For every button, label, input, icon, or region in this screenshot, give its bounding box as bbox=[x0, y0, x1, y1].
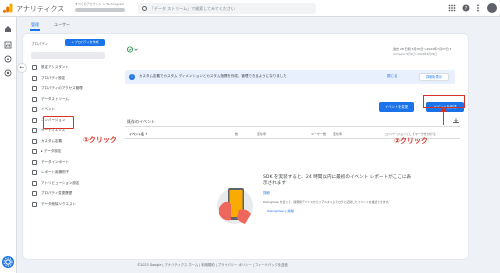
column-header-user-change[interactable]: 変化率 bbox=[333, 132, 342, 136]
sidebar-item-label: 設定アシスタント bbox=[41, 65, 69, 69]
sidebar-item-label: プロパティのアクセス管理 bbox=[41, 86, 83, 90]
sidebar-item-property-access[interactable]: プロパティのアクセス管理 bbox=[27, 83, 109, 94]
banner-text: カスタム定義でカスタム ディメンションとカスタム指標を作成、管理できるようになり… bbox=[139, 74, 287, 78]
learn-more-link[interactable]: 詳細 bbox=[263, 190, 270, 195]
search-placeholder: 「データ ストリーム」で検索してみてください bbox=[150, 6, 235, 11]
column-header-users[interactable]: ユーザー数 bbox=[311, 132, 326, 136]
banner-close-button[interactable]: 閉じる bbox=[387, 74, 398, 79]
sidebar-item-events[interactable]: イベント bbox=[27, 104, 109, 115]
column-header-change[interactable]: 変化率 bbox=[257, 132, 266, 136]
sidebar-item-label: データ削除リクエスト bbox=[41, 201, 76, 206]
modify-event-button[interactable]: イベントを変更 bbox=[379, 102, 414, 112]
property-column: プロパティ + プロパティを作成 ← 設定アシスタント プロパティ設定 プロパテ… bbox=[17, 38, 109, 256]
svg-text:?: ? bbox=[465, 6, 468, 12]
events-menu-highlight bbox=[43, 116, 74, 129]
sidebar-item-label: アトリビューション設定 bbox=[41, 180, 80, 185]
info-icon: i bbox=[129, 74, 135, 80]
sidebar-item-label: データインポート bbox=[41, 159, 69, 164]
more-vert-icon[interactable] bbox=[474, 4, 482, 12]
info-banner: i カスタム定義でカスタム ディメンションとカスタム指標を作成、管理できるように… bbox=[125, 70, 455, 84]
sidebar-item-data-import[interactable]: データインポート bbox=[27, 157, 109, 168]
sidebar-item-reporting-identity[interactable]: レポート用識別子 bbox=[27, 167, 109, 178]
sidebar-item-data-deletion[interactable]: データ削除リクエスト bbox=[27, 199, 109, 210]
avatar[interactable] bbox=[487, 3, 497, 13]
phone-illustration bbox=[217, 188, 253, 224]
analytics-logo-icon[interactable] bbox=[3, 3, 13, 13]
tab-users[interactable]: ユーザー bbox=[54, 22, 70, 28]
property-selector[interactable] bbox=[31, 52, 105, 59]
date-compare: Compare: 6月2日〜2023年6月29日 bbox=[393, 53, 437, 56]
existing-events-title: 既存のイベント bbox=[127, 119, 155, 124]
identity-icon bbox=[32, 170, 37, 175]
home-icon[interactable] bbox=[4, 25, 12, 33]
sidebar-item-label: カスタム定義 bbox=[41, 138, 62, 143]
property-label: プロパティ bbox=[31, 42, 49, 46]
footer: ©2023 Google | アナリティクス ホーム | 利用規約 | プライバ… bbox=[137, 263, 288, 267]
step1-annotation: ①クリック bbox=[83, 136, 117, 144]
empty-state-title: SDK を実装すると、24 時間以内に最初のイベント レポートがここに表示されま… bbox=[263, 175, 412, 187]
events-main: 過去 28 日間 6月30日〜2023年7月27日 ▾ Compare: 6月2… bbox=[115, 40, 465, 255]
sidebar-item-change-history[interactable]: プロパティ変更履歴 bbox=[27, 188, 109, 199]
attribution-icon bbox=[32, 180, 37, 186]
property-status-dropdown[interactable] bbox=[127, 46, 139, 53]
apps-grid-icon[interactable] bbox=[448, 4, 456, 12]
flag-icon bbox=[32, 117, 37, 123]
active-tab-indicator bbox=[30, 29, 40, 31]
reports-icon[interactable] bbox=[4, 41, 12, 49]
step2-annotation: ②クリック bbox=[394, 137, 428, 145]
people-icon bbox=[32, 86, 37, 91]
event-icon bbox=[32, 107, 37, 112]
property-name-blurred[interactable] bbox=[75, 8, 125, 12]
column-header-count[interactable]: 数 bbox=[235, 132, 238, 136]
back-arrow-icon[interactable]: ← bbox=[17, 63, 27, 73]
help-icon[interactable]: ? bbox=[462, 4, 470, 12]
checklist-icon bbox=[32, 65, 37, 70]
app-name: アナリティクス bbox=[16, 5, 65, 13]
empty-state-subtext: DebugView を使って、開発用デバイスからリアルタイムでログに記録したイベ… bbox=[263, 200, 391, 204]
admin-panel: プロパティ + プロパティを作成 ← 設定アシスタント プロパティ設定 プロパテ… bbox=[17, 34, 468, 259]
sidebar-item-label: プロパティ設定 bbox=[41, 75, 66, 80]
sidebar-item-data-streams[interactable]: データストリーム bbox=[27, 94, 109, 105]
import-icon bbox=[32, 159, 37, 165]
sidebar-item-property-settings[interactable]: プロパティ設定 bbox=[27, 73, 109, 84]
banner-detail-button[interactable]: 詳細を表示 bbox=[419, 73, 449, 81]
history-icon bbox=[32, 191, 37, 196]
search-icon bbox=[142, 6, 147, 11]
admin-tabs: 管理 ユーザー bbox=[17, 17, 500, 31]
delete-request-icon bbox=[32, 201, 37, 207]
admin-settings-icon[interactable] bbox=[2, 256, 14, 268]
download-icon[interactable] bbox=[453, 118, 459, 123]
sidebar-item-label: イベント bbox=[41, 107, 55, 111]
debugview-link[interactable]: DebugView に移動 bbox=[267, 209, 294, 213]
custom-definitions-icon bbox=[32, 138, 37, 144]
create-property-button[interactable]: + プロパティを作成 bbox=[65, 39, 105, 46]
top-bar: アナリティクス すべてのアカウント > Techcogram 「データ ストリー… bbox=[0, 0, 500, 17]
advertising-icon[interactable] bbox=[4, 69, 12, 77]
sidebar-item-label: データストリーム bbox=[41, 96, 69, 101]
sidebar-item-label: レポート用識別子 bbox=[41, 170, 69, 174]
sidebar-item-attribution[interactable]: アトリビューション設定 bbox=[27, 178, 109, 189]
data-settings-icon bbox=[32, 149, 37, 154]
date-range-picker[interactable]: 過去 28 日間 6月30日〜2023年7月27日 ▾ bbox=[393, 47, 451, 51]
sidebar-item-data-settings[interactable]: ▸ データ設定 bbox=[27, 146, 109, 157]
tab-admin[interactable]: 管理 bbox=[31, 22, 39, 28]
left-nav-rail bbox=[0, 17, 17, 273]
explore-icon[interactable] bbox=[4, 55, 12, 63]
table-divider bbox=[125, 126, 460, 127]
search-input[interactable]: 「データ ストリーム」で検索してみてください bbox=[138, 3, 316, 14]
audience-icon bbox=[32, 128, 37, 133]
column-header-event-name[interactable]: イベント名 ↑ bbox=[129, 132, 148, 136]
account-path[interactable]: すべてのアカウント > Techcogram bbox=[75, 2, 124, 6]
stream-icon bbox=[32, 96, 37, 102]
sidebar-item-label: ▸ データ設定 bbox=[41, 149, 62, 153]
sidebar-item-setup-assistant[interactable]: 設定アシスタント bbox=[27, 62, 109, 73]
settings-icon bbox=[32, 75, 37, 81]
arrow-up-icon bbox=[440, 107, 447, 112]
sidebar-item-label: プロパティ変更履歴 bbox=[41, 191, 73, 195]
